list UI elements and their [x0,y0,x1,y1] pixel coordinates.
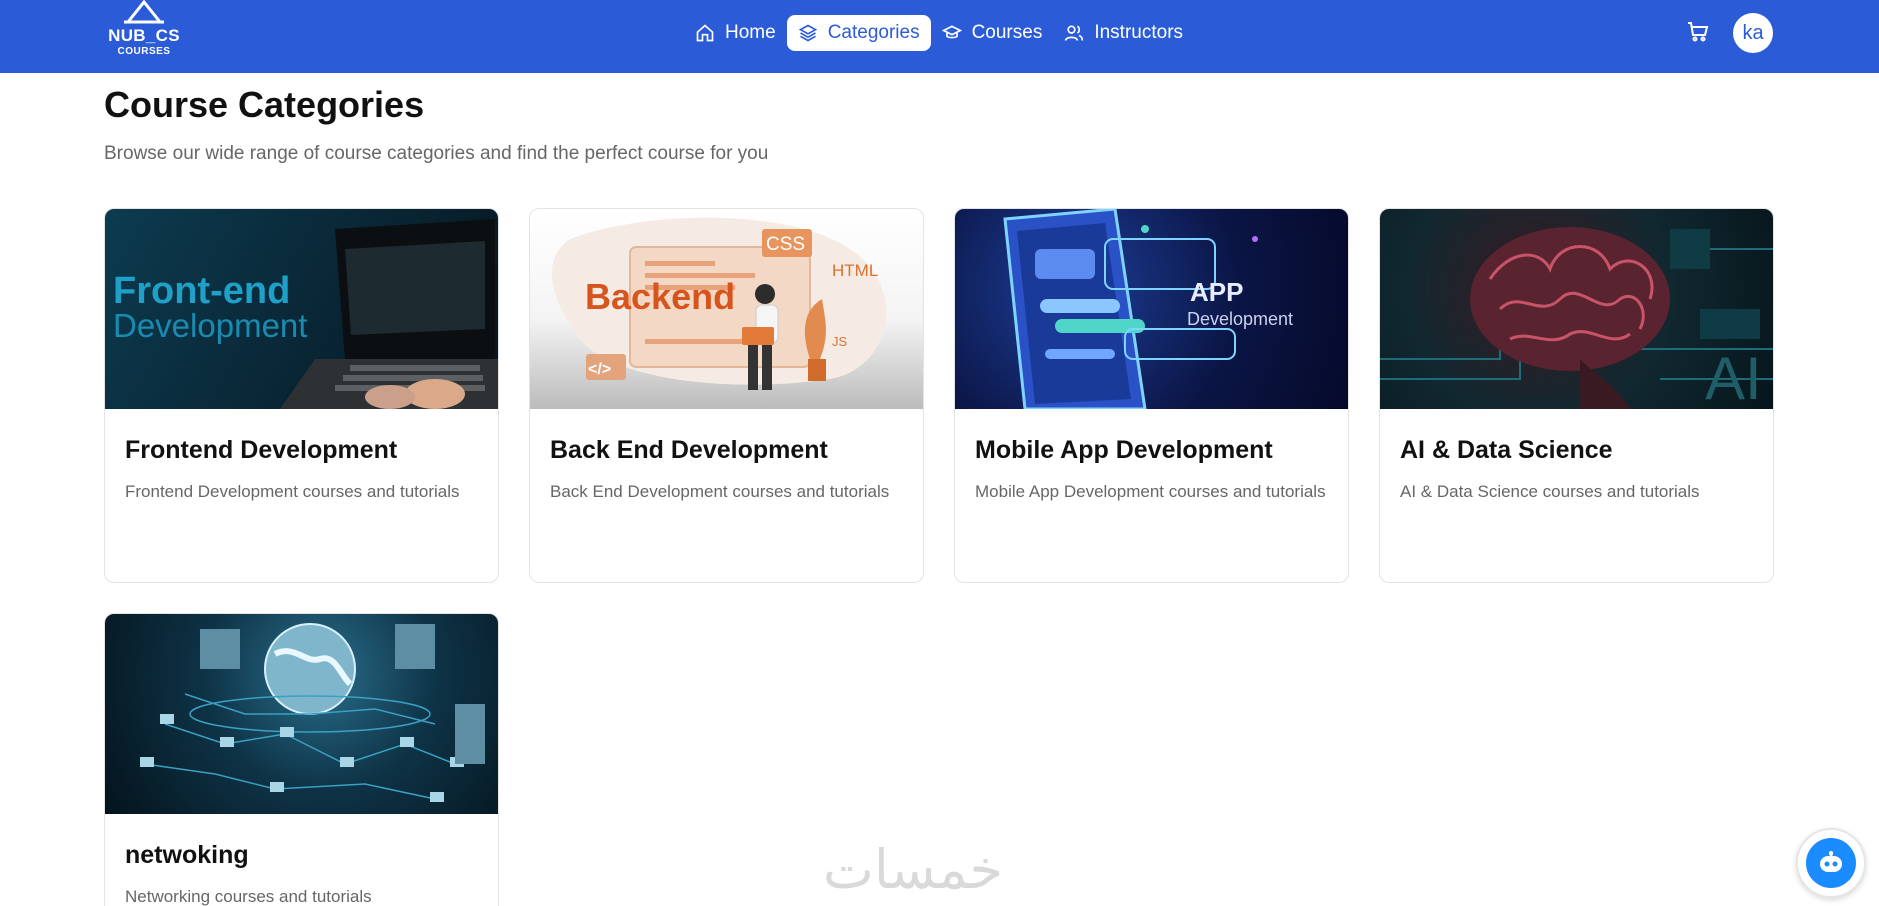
mobile-image-line1: APP [1190,277,1243,307]
home-icon [696,24,714,42]
watermark-logo: خمسات [823,838,1004,901]
layers-icon [798,24,817,42]
category-description: Networking courses and tutorials [125,887,372,906]
category-image-frontend: Front-end Development [105,209,498,409]
nav-categories-label: Categories [827,22,920,43]
nav-home-label: Home [725,22,776,43]
brand-name: NUB_CS [108,26,180,45]
category-description: Mobile App Development courses and tutor… [975,482,1326,501]
users-icon [1065,25,1084,41]
frontend-image-line1: Front-end [113,270,290,312]
frontend-image-line2: Development [113,307,307,344]
graduation-cap-icon [941,25,962,39]
nav-courses-label: Courses [971,22,1043,43]
brand-sub: COURSES [117,46,171,57]
category-card-backend[interactable]: CSS HTML JS </> Backend Back End Develop… [529,208,924,583]
page-subtitle: Browse our wide range of course categori… [104,143,769,164]
category-description: Back End Development courses and tutoria… [550,482,890,501]
backend-image-code-tag: </> [588,361,611,378]
chat-assistant-button[interactable] [1796,828,1866,898]
category-card-networking[interactable]: netwoking Networking courses and tutoria… [104,613,499,906]
logo-mark-icon [124,0,164,24]
top-navbar: NUB_CS COURSES Home Categories Courses I… [0,0,1879,73]
category-title: Back End Development [550,436,828,464]
brand-logo[interactable]: NUB_CS COURSES [104,0,184,60]
ai-image-text: AI [1705,345,1762,409]
backend-image-js: JS [832,334,848,349]
category-title: netwoking [125,841,249,869]
backend-image-title: Backend [585,276,735,317]
nav-categories[interactable]: Categories [786,15,931,51]
category-card-ai[interactable]: AI AI & Data Science AI & Data Science c… [1379,208,1774,583]
nav-instructors-label: Instructors [1094,22,1184,43]
chatbot-icon [1806,838,1856,888]
nav-courses[interactable]: Courses [931,15,1054,51]
category-title: Mobile App Development [975,436,1273,464]
cart-icon[interactable] [1686,20,1710,44]
main-nav: Home Categories Courses Instructors [684,15,1194,51]
backend-image-html: HTML [832,261,878,280]
backend-image-css: CSS [766,234,805,255]
nav-instructors[interactable]: Instructors [1053,15,1194,51]
category-title: Frontend Development [125,436,398,464]
category-image-backend: CSS HTML JS </> Backend [530,209,923,409]
nav-home[interactable]: Home [684,15,787,51]
category-image-networking [105,614,498,814]
category-description: AI & Data Science courses and tutorials [1400,482,1700,501]
user-avatar[interactable]: ka [1733,13,1773,53]
category-card-mobile[interactable]: APP Development Mobile App Development M… [954,208,1349,583]
category-description: Frontend Development courses and tutoria… [125,482,460,501]
category-card-frontend[interactable]: Front-end Development Frontend Developme… [104,208,499,583]
page-title: Course Categories [104,84,425,125]
mobile-image-line2: Development [1187,309,1293,329]
category-title: AI & Data Science [1400,436,1613,464]
category-image-mobile: APP Development [955,209,1348,409]
category-image-ai: AI [1380,209,1773,409]
